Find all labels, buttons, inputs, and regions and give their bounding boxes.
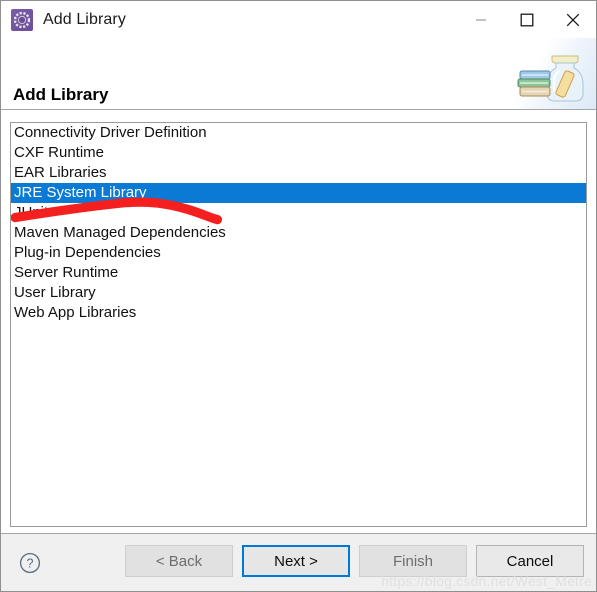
- library-type-list[interactable]: Connectivity Driver Definition CXF Runtim…: [10, 122, 587, 527]
- eclipse-gear-icon: [11, 8, 33, 31]
- close-button[interactable]: [550, 1, 596, 38]
- window-controls: [458, 1, 596, 38]
- close-icon: [566, 13, 580, 26]
- maximize-button[interactable]: [504, 1, 550, 38]
- next-button[interactable]: Next >: [242, 545, 350, 577]
- list-item[interactable]: JRE System Library: [11, 183, 586, 203]
- list-item[interactable]: Plug-in Dependencies: [11, 243, 586, 263]
- list-item[interactable]: Server Runtime: [11, 263, 586, 283]
- title-bar: Add Library: [1, 1, 596, 38]
- wizard-header: Add Library Select the library type to a…: [1, 38, 596, 135]
- svg-text:?: ?: [27, 557, 34, 571]
- page-title: Add Library: [13, 85, 109, 104]
- window-title: Add Library: [43, 10, 126, 28]
- minimize-icon: [476, 18, 486, 21]
- help-button[interactable]: ?: [19, 552, 41, 574]
- list-item[interactable]: CXF Runtime: [11, 143, 586, 163]
- dialog-footer: ? < Back Next > Finish Cancel https://blog.…: [1, 533, 596, 591]
- help-question-icon: ?: [19, 552, 41, 574]
- maximize-icon: [520, 13, 534, 26]
- list-item[interactable]: Maven Managed Dependencies: [11, 223, 586, 243]
- list-item[interactable]: EAR Libraries: [11, 163, 586, 183]
- back-button: < Back: [125, 545, 233, 577]
- list-item[interactable]: Web App Libraries: [11, 303, 586, 323]
- minimize-button[interactable]: [458, 1, 504, 38]
- list-item[interactable]: JUnit: [11, 203, 586, 223]
- watermark-text: https://blog.csdn.net/West_Metre: [381, 573, 592, 589]
- add-library-dialog: Add Library Add Library Select: [0, 0, 597, 592]
- list-item[interactable]: Connectivity Driver Definition: [11, 123, 586, 143]
- dialog-body: Connectivity Driver Definition CXF Runtim…: [1, 110, 596, 533]
- list-item[interactable]: User Library: [11, 283, 586, 303]
- library-jar-books-icon: [504, 38, 596, 109]
